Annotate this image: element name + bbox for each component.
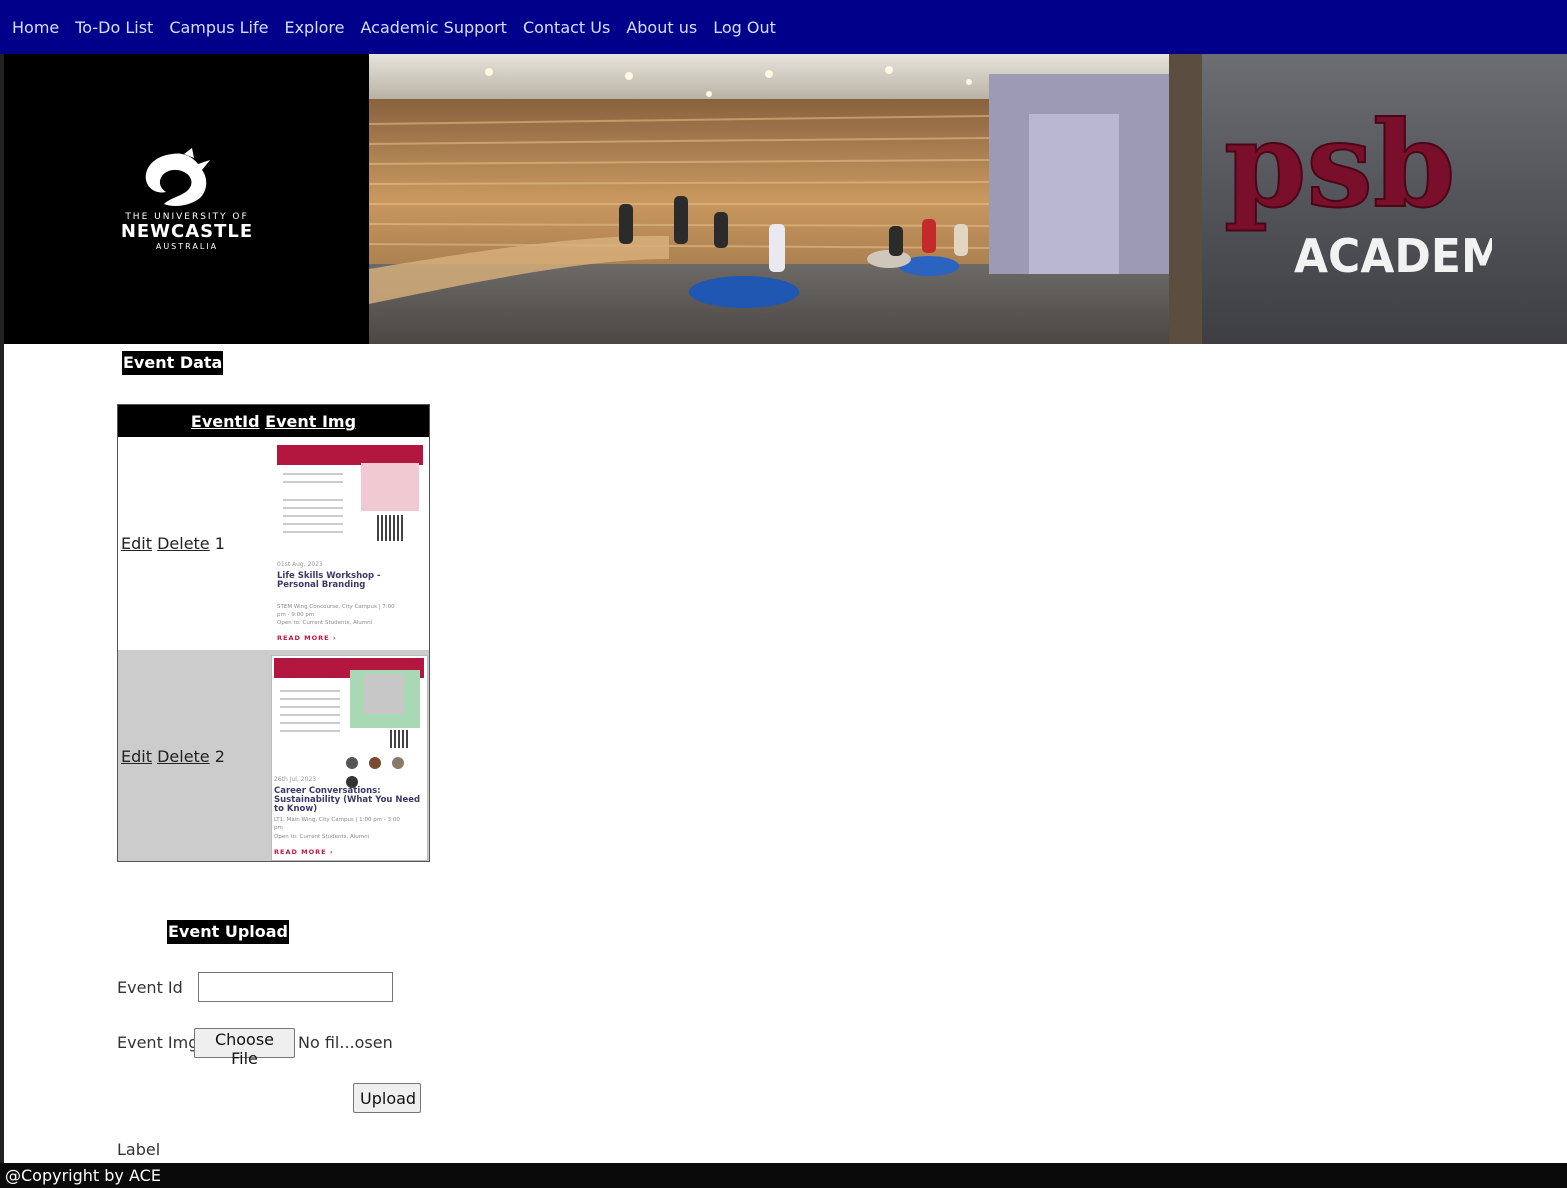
poster-read-more: READ MORE › xyxy=(274,848,334,856)
event-id-cell: 1 xyxy=(214,534,225,553)
nav-explore[interactable]: Explore xyxy=(284,18,344,37)
poster-meta-3: Open to: Current Students, Alumni xyxy=(274,834,370,840)
upload-button[interactable]: Upload xyxy=(353,1083,421,1113)
row-actions: Edit Delete 2 xyxy=(121,747,225,766)
poster-bullet xyxy=(283,473,343,475)
nav-contact-us[interactable]: Contact Us xyxy=(523,18,610,37)
nav-campus-life[interactable]: Campus Life xyxy=(169,18,268,37)
table-row: Edit Delete 2 26th Jul, 2023 Career Conv… xyxy=(118,650,429,861)
avatar xyxy=(392,757,405,769)
event-id-input[interactable] xyxy=(198,972,393,1002)
row-actions: Edit Delete 1 xyxy=(121,534,225,553)
poster-meta-3: Open to: Current Students, Alumni xyxy=(277,620,373,626)
event-upload-heading: Event Upload xyxy=(167,920,289,944)
psb-academy-logo: psb ACADEMY xyxy=(1223,106,1492,276)
status-label: Label xyxy=(117,1140,161,1159)
poster-bullet xyxy=(283,531,343,533)
poster-meta-1: LT1, Main Wing, City Campus | 1:00 pm - … xyxy=(274,817,400,823)
uon-line-3: AUSTRALIA xyxy=(155,242,219,251)
uon-wordmark: THE UNIVERSITY OF NEWCASTLE AUSTRALIA xyxy=(102,212,272,251)
edit-link[interactable]: Edit xyxy=(121,747,152,766)
poster-meta-2: pm - 9:00 pm xyxy=(277,612,315,618)
event-id-cell: 2 xyxy=(214,747,225,766)
poster-meta-1: STEM Wing Concourse, City Campus | 7:00 xyxy=(277,604,395,610)
poster-bullet xyxy=(280,690,340,692)
delete-link[interactable]: Delete xyxy=(157,534,210,553)
table-row: Edit Delete 1 01st Aug, 2023 Life Skills… xyxy=(118,437,429,650)
qr-code-icon xyxy=(390,730,408,748)
speaker-avatars xyxy=(346,754,416,788)
poster-read-more: READ MORE › xyxy=(277,634,337,642)
poster-title-3: to Know) xyxy=(274,804,318,814)
poster-date: 26th Jul, 2023 xyxy=(274,776,317,783)
poster-date: 01st Aug, 2023 xyxy=(277,561,323,568)
nav-academic-support[interactable]: Academic Support xyxy=(361,18,507,37)
avatar xyxy=(369,757,382,769)
copyright-text: @Copyright by ACE xyxy=(5,1166,161,1185)
poster-bullet xyxy=(280,714,340,716)
qr-code-icon xyxy=(377,515,403,541)
poster-bullet xyxy=(280,706,340,708)
poster-illustration xyxy=(361,463,419,511)
uon-line-2: NEWCASTLE xyxy=(120,221,254,242)
sort-event-img-link[interactable]: Event Img xyxy=(265,412,356,431)
poster-building xyxy=(364,674,404,714)
avatar xyxy=(346,757,358,769)
nav-home[interactable]: Home xyxy=(12,18,59,37)
poster-title-2: Personal Branding xyxy=(277,580,366,590)
event-data-table: EventId Event Img Edit Delete 1 01st Aug… xyxy=(117,404,430,862)
file-status-text: No fil...osen xyxy=(298,1033,393,1052)
poster-bullet xyxy=(283,515,343,517)
nav-todo-list[interactable]: To-Do List xyxy=(75,18,153,37)
choose-file-button[interactable]: Choose File xyxy=(194,1028,295,1068)
poster-bullet xyxy=(283,481,343,483)
table-header: EventId Event Img xyxy=(118,405,429,437)
psb-logo-text: psb xyxy=(1224,106,1455,234)
top-navbar: Home To-Do List Campus Life Explore Acad… xyxy=(0,0,1567,54)
nav-about-us[interactable]: About us xyxy=(626,18,697,37)
poster-bullet xyxy=(280,698,340,700)
poster-bullet xyxy=(280,730,340,732)
event-img-label: Event Img xyxy=(117,1033,199,1052)
campus-lobby-photo xyxy=(369,54,1202,344)
delete-link[interactable]: Delete xyxy=(157,747,210,766)
uon-logo-panel: THE UNIVERSITY OF NEWCASTLE AUSTRALIA xyxy=(4,54,369,344)
nav-log-out[interactable]: Log Out xyxy=(713,18,776,37)
event-poster-image: 26th Jul, 2023 Career Conversations: Sus… xyxy=(271,655,428,861)
poster-meta-2: pm xyxy=(274,825,283,831)
event-data-heading: Event Data xyxy=(122,351,224,375)
poster-banner xyxy=(277,445,423,465)
sort-eventid-link[interactable]: EventId xyxy=(191,412,260,431)
psb-logo-panel: psb ACADEMY xyxy=(1202,54,1567,344)
event-poster-image: 01st Aug, 2023 Life Skills Workshop - Pe… xyxy=(275,443,425,645)
poster-bullet xyxy=(283,499,343,501)
page-footer: @Copyright by ACE xyxy=(0,1163,1567,1188)
event-id-label: Event Id xyxy=(117,978,183,997)
academy-logo-text: ACADEMY xyxy=(1294,229,1492,276)
nav-menu: Home To-Do List Campus Life Explore Acad… xyxy=(12,0,776,54)
poster-bullet xyxy=(280,722,340,724)
poster-bullet xyxy=(283,507,343,509)
edit-link[interactable]: Edit xyxy=(121,534,152,553)
poster-bullet xyxy=(283,523,343,525)
header-banner: THE UNIVERSITY OF NEWCASTLE AUSTRALIA ps… xyxy=(4,54,1567,344)
